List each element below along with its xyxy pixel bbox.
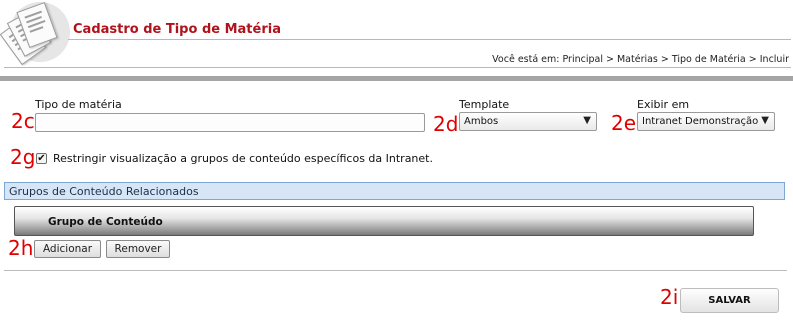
header-band [0, 76, 793, 81]
exibir-em-select[interactable]: Intranet Demonstração ▼ [637, 112, 775, 131]
grupos-grid-header: Grupo de Conteúdo [14, 206, 754, 236]
grupos-section-header: Grupos de Conteúdo Relacionados [4, 182, 785, 200]
exibir-em-select-value: Intranet Demonstração [642, 116, 759, 127]
annotation-2g: 2g [10, 145, 36, 169]
annotation-2d: 2d [433, 112, 459, 136]
template-select[interactable]: Ambos ▼ [459, 112, 597, 131]
exibir-em-label: Exibir em [637, 98, 690, 111]
tipo-materia-input[interactable] [35, 113, 425, 132]
template-label: Template [459, 98, 510, 111]
column-header-grupo[interactable]: Grupo de Conteúdo [48, 216, 163, 228]
restringir-checkbox[interactable]: ✔ [36, 153, 47, 164]
breadcrumb: Você está em: Principal > Matérias > Tip… [492, 54, 789, 65]
annotation-2i: 2i [660, 285, 679, 309]
triangle-down-icon: ▼ [761, 115, 769, 126]
restringir-label: Restringir visualização a grupos de cont… [53, 152, 433, 165]
tipo-materia-label: Tipo de matéria [35, 98, 122, 111]
documents-stack-icon [0, 2, 70, 66]
bottom-divider [4, 270, 787, 271]
adicionar-button[interactable]: Adicionar [34, 240, 101, 258]
triangle-down-icon: ▼ [583, 115, 591, 126]
annotation-2h: 2h [8, 236, 34, 260]
remover-button[interactable]: Remover [106, 240, 170, 258]
save-button[interactable]: SALVAR [680, 288, 779, 313]
page-title: Cadastro de Tipo de Matéria [73, 22, 281, 37]
template-select-value: Ambos [464, 116, 499, 127]
checkmark-icon: ✔ [37, 153, 46, 164]
title-divider [68, 39, 791, 40]
annotation-2e: 2e [611, 111, 637, 135]
annotation-2c: 2c [11, 109, 35, 133]
breadcrumb-divider [4, 67, 791, 68]
